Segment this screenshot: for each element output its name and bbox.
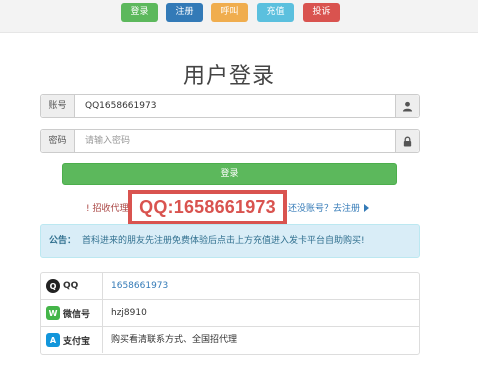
account-field: 账号 bbox=[40, 94, 420, 118]
qq-overlay-banner: QQ:1658661973 bbox=[128, 190, 287, 225]
wechat-icon: W bbox=[46, 306, 60, 320]
register-link-label: 还没账号？去注册 bbox=[288, 204, 361, 214]
recruit-agent-link[interactable]: ! 招收代理 bbox=[86, 201, 128, 214]
recharge-button[interactable]: 充值 bbox=[257, 3, 294, 22]
password-label: 密码 bbox=[41, 130, 75, 152]
account-label: 账号 bbox=[41, 95, 75, 117]
table-row: A 支付宝 购买看清联系方式、全国招代理 bbox=[41, 327, 419, 354]
account-input[interactable] bbox=[85, 95, 385, 117]
register-link[interactable]: 还没账号？去注册 bbox=[288, 201, 370, 214]
contact-label-cell: Q QQ bbox=[41, 273, 103, 299]
password-field: 密码 bbox=[40, 129, 420, 153]
submit-login-button[interactable]: 登录 bbox=[62, 163, 397, 185]
notice-label: 公告： bbox=[49, 236, 77, 246]
contact-label-cell: W 微信号 bbox=[41, 300, 103, 326]
notice-text: 首科进来的朋友先注册免费体验后点击上方充值进入发卡平台自助购买! bbox=[82, 236, 365, 246]
alipay-icon: A bbox=[46, 333, 60, 347]
user-icon bbox=[395, 95, 419, 117]
contact-label: 微信号 bbox=[63, 309, 91, 320]
contact-label: 支付宝 bbox=[63, 336, 91, 347]
contact-table: Q QQ 1658661973 W 微信号 hzj8910 A 支付宝 购买看清… bbox=[40, 272, 420, 355]
top-nav-bar: 登录 注册 呼叫 充值 投诉 bbox=[0, 0, 478, 33]
register-button[interactable]: 注册 bbox=[166, 3, 203, 22]
table-row: Q QQ 1658661973 bbox=[41, 273, 419, 300]
complaint-button[interactable]: 投诉 bbox=[303, 3, 340, 22]
qq-number-link[interactable]: 1658661973 bbox=[111, 273, 168, 299]
table-row: W 微信号 hzj8910 bbox=[41, 300, 419, 327]
password-input[interactable] bbox=[85, 130, 385, 152]
caret-right-icon bbox=[364, 204, 370, 212]
contact-label: QQ bbox=[63, 281, 79, 291]
alipay-note: 购买看清联系方式、全国招代理 bbox=[111, 335, 238, 345]
notice-alert: 公告： 首科进来的朋友先注册免费体验后点击上方充值进入发卡平台自助购买! bbox=[40, 224, 420, 258]
contact-label-cell: A 支付宝 bbox=[41, 327, 103, 353]
qq-icon: Q bbox=[46, 279, 60, 293]
login-button[interactable]: 登录 bbox=[121, 3, 158, 22]
call-button[interactable]: 呼叫 bbox=[211, 3, 248, 22]
wechat-id: hzj8910 bbox=[111, 308, 147, 318]
lock-icon bbox=[395, 130, 419, 152]
page-title: 用户登录 bbox=[182, 64, 275, 89]
